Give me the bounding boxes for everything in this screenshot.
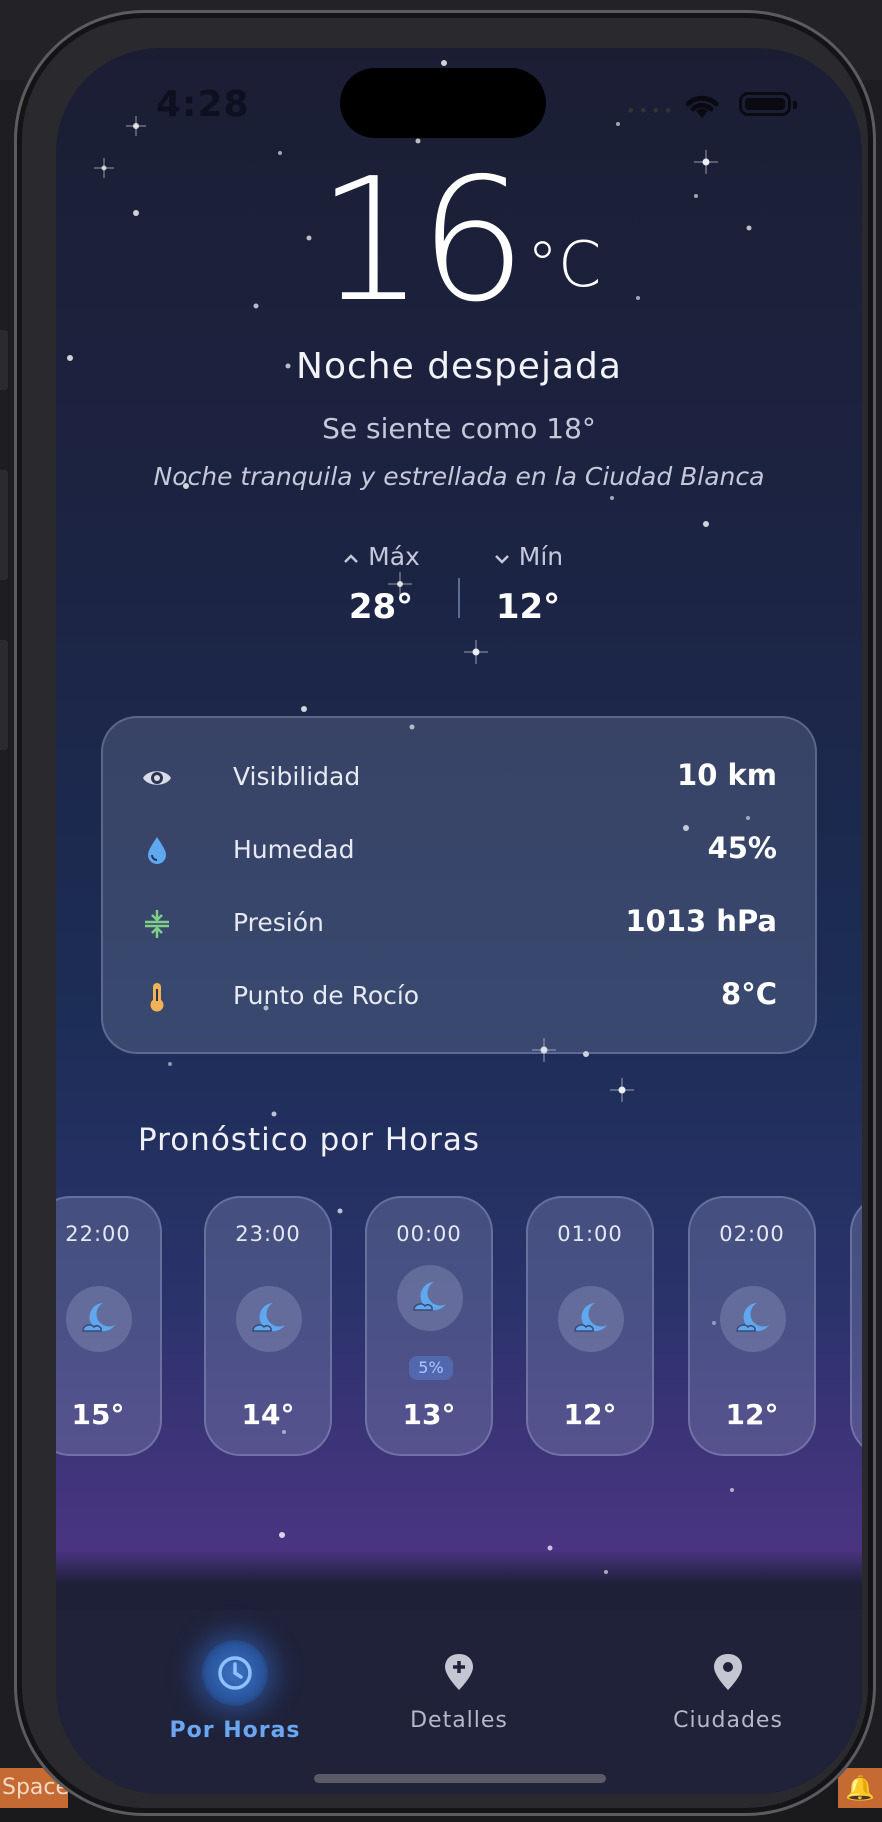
detail-label: Punto de Rocío (233, 981, 420, 1010)
moon-cloud-icon (720, 1286, 786, 1352)
side-button (0, 640, 8, 750)
temperature-unit: °C (527, 228, 602, 301)
hour-temp: 15° (71, 1398, 125, 1431)
moon-cloud-icon (397, 1265, 463, 1331)
details-card: Visibilidad 10 km Humedad 45% Presión 10… (101, 716, 817, 1054)
condition-text: Noche despejada (296, 346, 622, 387)
precip-badge: 5% (409, 1356, 453, 1380)
side-button (0, 470, 8, 580)
hour-temp: 12° (725, 1398, 779, 1431)
detail-value: 1013 hPa (625, 904, 778, 938)
eye-icon (143, 771, 171, 785)
app-screen: 4:28 •••• 16°C Noche despejada Se siente… (56, 48, 862, 1794)
min-value: 12° (495, 587, 561, 627)
hour-card[interactable]: 01:00 12° (526, 1196, 654, 1456)
hour-card[interactable]: 00:00 5% 13° (365, 1196, 493, 1456)
battery-icon (739, 92, 797, 116)
nav-label: Detalles (410, 1708, 508, 1733)
hour-time: 22:00 (65, 1222, 131, 1246)
min-temperature: Mín 12° (463, 542, 593, 627)
clock-icon (202, 1640, 268, 1706)
min-label-text: Mín (518, 542, 564, 571)
phone-frame: 4:28 •••• 16°C Noche despejada Se siente… (14, 10, 876, 1816)
detail-row-dew-point: Punto de Rocío 8°C (141, 977, 777, 1017)
status-time: 4:28 (156, 84, 250, 125)
max-temperature: Máx 28° (316, 542, 446, 627)
detail-row-visibility: Visibilidad 10 km (141, 758, 777, 798)
location-plus-icon (426, 1640, 492, 1706)
hour-card[interactable]: 22:00 15° (56, 1196, 162, 1456)
nav-label: Por Horas (169, 1718, 301, 1743)
hour-temp: 13° (402, 1398, 456, 1431)
max-value: 28° (348, 587, 414, 627)
detail-label: Presión (233, 908, 324, 937)
side-button (0, 330, 8, 390)
detail-value: 10 km (677, 758, 777, 792)
hour-temp: 12° (563, 1398, 617, 1431)
location-pin-icon (695, 1640, 761, 1706)
hour-card[interactable]: 23:00 14° (204, 1196, 332, 1456)
wifi-icon (685, 95, 719, 118)
detail-label: Humedad (233, 835, 355, 864)
feels-like-text: Se siente como 18° (322, 412, 596, 445)
hour-temp: 14° (241, 1398, 295, 1431)
hour-time: 00:00 (396, 1222, 462, 1246)
dynamic-island (340, 68, 546, 138)
chevron-up-icon (344, 554, 359, 563)
hour-card[interactable]: 02:00 12° (688, 1196, 816, 1456)
hour-time: 23:00 (235, 1222, 301, 1246)
temperature-value: 16 (316, 142, 527, 340)
hour-time: 02:00 (719, 1222, 785, 1246)
detail-label: Visibilidad (233, 762, 361, 791)
min-label: Mín (463, 542, 593, 571)
bottom-nav: Por Horas Detalles Ciudades (56, 1610, 862, 1794)
current-temperature: 16°C (56, 156, 862, 326)
hour-time: 01:00 (557, 1222, 623, 1246)
nav-label: Ciudades (673, 1708, 783, 1733)
moon-cloud-icon (236, 1286, 302, 1352)
home-indicator[interactable] (314, 1774, 606, 1783)
thermometer-icon (150, 983, 164, 1012)
water-drop-icon (148, 837, 166, 864)
max-label-text: Máx (368, 542, 420, 571)
hourly-forecast-list[interactable]: 22:00 15° 23:00 14° 00:00 5% 13° 01:00 1… (56, 1196, 862, 1458)
detail-row-humidity: Humedad 45% (141, 831, 777, 871)
detail-row-pressure: Presión 1013 hPa (141, 904, 777, 944)
nav-tab-ciudades[interactable]: Ciudades (628, 1610, 828, 1733)
minmax-divider (458, 578, 460, 618)
max-label: Máx (316, 542, 446, 571)
nav-tab-detalles[interactable]: Detalles (359, 1610, 559, 1733)
moon-cloud-icon (558, 1286, 624, 1352)
hourly-forecast-title: Pronóstico por Horas (138, 1122, 480, 1158)
pressure-icon (145, 910, 169, 938)
detail-value: 45% (707, 831, 777, 865)
moon-cloud-icon (66, 1286, 132, 1352)
chevron-down-icon (494, 555, 509, 564)
hour-card[interactable] (850, 1196, 862, 1456)
signal-dots: •••• (626, 101, 676, 120)
nav-tab-por-horas[interactable]: Por Horas (135, 1610, 335, 1743)
detail-value: 8°C (721, 977, 777, 1011)
description-text: Noche tranquila y estrellada en la Ciuda… (153, 462, 765, 491)
